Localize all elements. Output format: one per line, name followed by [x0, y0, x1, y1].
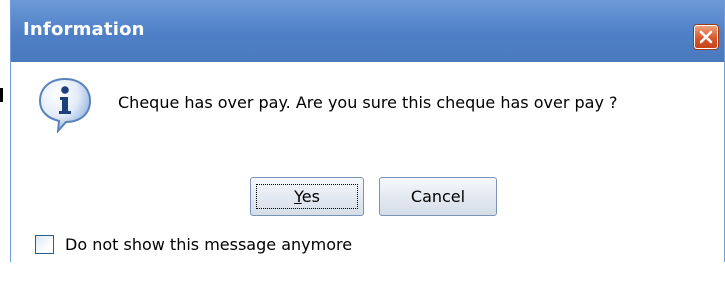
close-button[interactable]	[694, 25, 718, 49]
close-icon	[699, 30, 713, 44]
information-dialog: Information Cheque has over pay. Are you…	[10, 0, 725, 262]
do-not-show-row[interactable]: Do not show this message anymore	[35, 232, 352, 256]
information-icon	[38, 77, 92, 133]
yes-button[interactable]: Yes	[250, 177, 364, 216]
do-not-show-label[interactable]: Do not show this message anymore	[65, 235, 352, 254]
background-fragment	[0, 88, 3, 102]
do-not-show-checkbox[interactable]	[35, 234, 54, 254]
dialog-title: Information	[23, 19, 145, 40]
dialog-message: Cheque has over pay. Are you sure this c…	[118, 93, 618, 112]
focus-ring	[256, 184, 358, 209]
cancel-button[interactable]: Cancel	[379, 177, 497, 216]
dialog-titlebar[interactable]: Information	[11, 0, 724, 62]
cancel-button-label: Cancel	[410, 187, 466, 206]
